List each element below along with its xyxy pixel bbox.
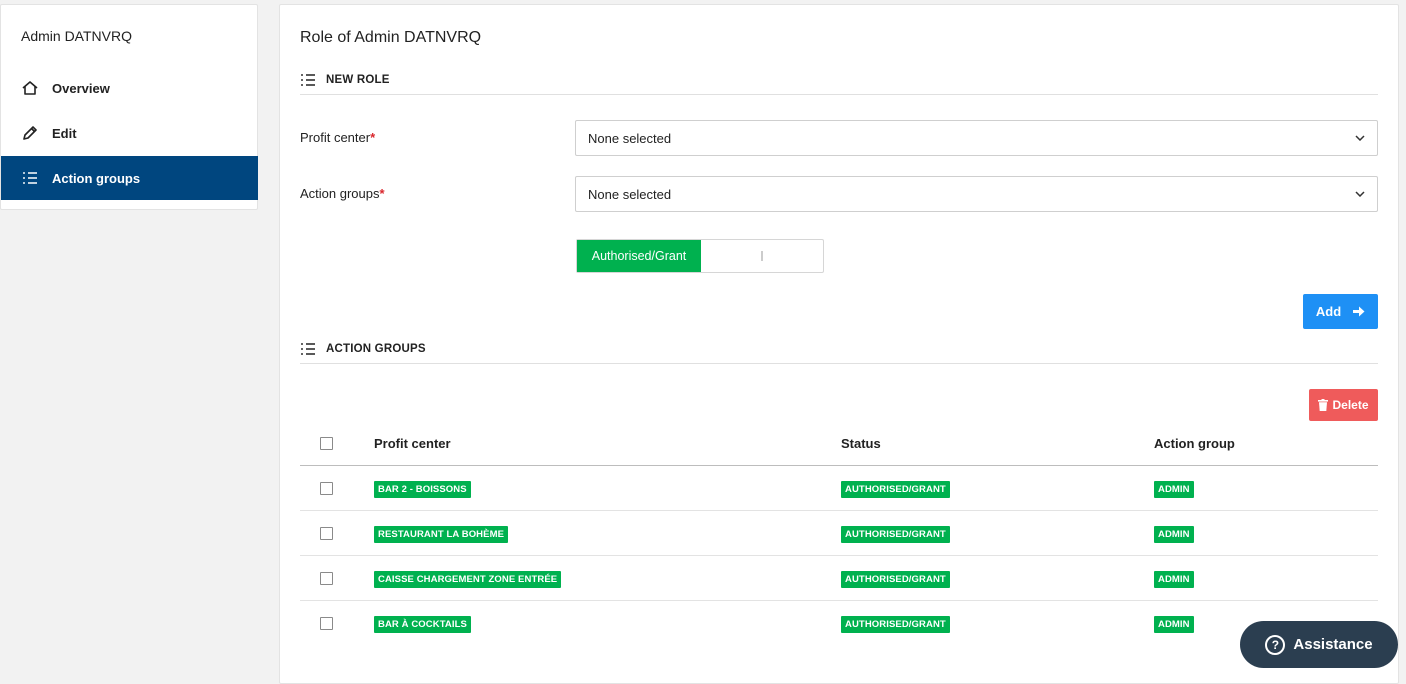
status-badge: AUTHORISED/GRANT [841, 480, 950, 498]
row-checkbox[interactable] [320, 481, 333, 495]
required-mark: * [370, 130, 376, 145]
profit-center-label-text: Profit center [300, 130, 371, 145]
table-row: BAR À COCKTAILS AUTHORISED/GRANT ADMIN [300, 601, 1378, 646]
sidebar-item-label: Overview [52, 80, 110, 96]
status-badge: AUTHORISED/GRANT [841, 570, 950, 588]
status-badge: AUTHORISED/GRANT [841, 616, 950, 633]
column-header-action-group: Action group [1154, 435, 1235, 451]
sidebar-item-label: Action groups [52, 170, 141, 186]
list-icon [301, 73, 315, 86]
add-button-label: Add [1315, 304, 1342, 319]
delete-button-label: Delete [1332, 398, 1369, 412]
pencil-icon [21, 124, 39, 142]
status-badge: AUTHORISED/GRANT [841, 525, 950, 543]
row-checkbox[interactable] [320, 617, 333, 630]
list-icon [21, 169, 39, 187]
main-panel: Role of Admin DATNVRQ NEW ROLE Profit ce… [279, 4, 1399, 684]
action-group-tag: ADMIN [1154, 525, 1194, 543]
delete-button[interactable]: Delete [1309, 389, 1378, 421]
action-groups-select[interactable]: None selected [575, 176, 1378, 212]
profit-center-label: Profit center* [300, 130, 375, 145]
list-icon [301, 342, 315, 355]
new-role-heading: NEW ROLE [326, 73, 390, 86]
profit-center-select[interactable]: None selected [575, 120, 1378, 156]
column-header-status: Status [841, 435, 881, 451]
action-groups-value: None selected [588, 186, 672, 202]
toggle-handle [701, 240, 823, 272]
trash-icon [1318, 399, 1329, 411]
action-groups-table: Profit center Status Action group BAR 2 … [300, 421, 1378, 646]
sidebar-item-label: Edit [52, 125, 77, 141]
help-icon: ? [1265, 634, 1286, 655]
sidebar: Admin DATNVRQ Overview Edit Action group… [0, 4, 258, 210]
sidebar-item-action-groups[interactable]: Action groups [1, 156, 258, 200]
home-icon [21, 79, 39, 97]
arrow-right-icon [1353, 306, 1365, 317]
page-title: Role of Admin DATNVRQ [300, 29, 482, 46]
new-role-section-header: NEW ROLE [300, 65, 1378, 95]
sidebar-item-edit[interactable]: Edit [1, 111, 258, 155]
action-group-tag: ADMIN [1154, 616, 1194, 633]
sidebar-title: Admin DATNVRQ [21, 28, 132, 44]
table-row: CAISSE CHARGEMENT ZONE ENTRÉE AUTHORISED… [300, 556, 1378, 601]
action-groups-section-header: ACTION GROUPS [300, 334, 1378, 364]
action-group-tag: ADMIN [1154, 570, 1194, 588]
action-group-tag: ADMIN [1154, 480, 1194, 498]
table-row: RESTAURANT LA BOHÈME AUTHORISED/GRANT AD… [300, 511, 1378, 556]
add-button[interactable]: Add [1303, 294, 1378, 329]
profit-center-tag: BAR 2 - BOISSONS [374, 480, 471, 498]
chevron-down-icon [1355, 191, 1365, 197]
profit-center-value: None selected [588, 130, 672, 146]
column-header-profit-center: Profit center [374, 435, 451, 451]
action-groups-label: Action groups* [300, 186, 385, 201]
authorised-grant-toggle[interactable]: Authorised/Grant [576, 239, 824, 273]
table-row: BAR 2 - BOISSONS AUTHORISED/GRANT ADMIN [300, 466, 1378, 511]
select-all-checkbox[interactable] [320, 436, 333, 450]
row-checkbox[interactable] [320, 571, 333, 585]
sidebar-item-overview[interactable]: Overview [1, 66, 258, 110]
profit-center-tag: RESTAURANT LA BOHÈME [374, 525, 509, 543]
profit-center-tag: BAR À COCKTAILS [374, 616, 471, 633]
assistance-button[interactable]: ? Assistance [1240, 621, 1398, 668]
action-groups-label-text: Action groups [300, 186, 380, 201]
chevron-down-icon [1355, 135, 1365, 141]
toggle-on-label: Authorised/Grant [577, 240, 701, 272]
profit-center-tag: CAISSE CHARGEMENT ZONE ENTRÉE [374, 570, 562, 588]
action-groups-heading: ACTION GROUPS [326, 342, 426, 355]
row-checkbox[interactable] [320, 526, 333, 540]
table-header: Profit center Status Action group [300, 421, 1378, 466]
grip-icon [761, 251, 763, 261]
required-mark: * [379, 186, 385, 201]
assistance-label: Assistance [1293, 636, 1373, 653]
